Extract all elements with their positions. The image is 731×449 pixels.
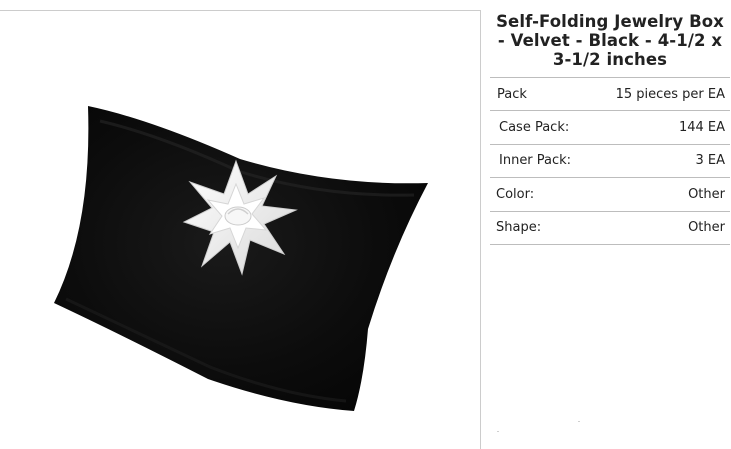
product-title: Self-Folding Jewelry Box - Velvet - Blac… — [496, 12, 724, 69]
stray-pixel — [497, 431, 499, 432]
spec-value: 144 EA — [678, 119, 725, 135]
spec-row-color: Color: Other — [490, 177, 730, 212]
stray-pixel — [578, 421, 580, 422]
spec-label: Color: — [496, 186, 535, 202]
spec-row-inner-pack: Inner Pack: 3 EA — [490, 144, 730, 178]
product-image — [54, 106, 428, 411]
spec-row-shape: Shape: Other — [490, 211, 730, 245]
spec-value: Other — [688, 186, 725, 202]
spec-row-case-pack: Case Pack: 144 EA — [490, 110, 730, 145]
spec-value: 15 pieces per EA — [615, 86, 725, 102]
spec-label: Inner Pack: — [499, 153, 572, 169]
product-specs-table: Pack 15 pieces per EA Case Pack: 144 EA … — [490, 77, 730, 245]
product-info-panel: Self-Folding Jewelry Box - Velvet - Blac… — [490, 10, 730, 245]
spec-row-pack: Pack 15 pieces per EA — [490, 77, 730, 111]
spec-label: Pack — [497, 86, 527, 102]
spec-value: 3 EA — [695, 153, 725, 169]
spec-value: Other — [688, 220, 725, 236]
spec-label: Shape: — [496, 220, 542, 236]
spec-label: Case Pack: — [499, 119, 570, 135]
product-image-panel — [0, 10, 481, 449]
